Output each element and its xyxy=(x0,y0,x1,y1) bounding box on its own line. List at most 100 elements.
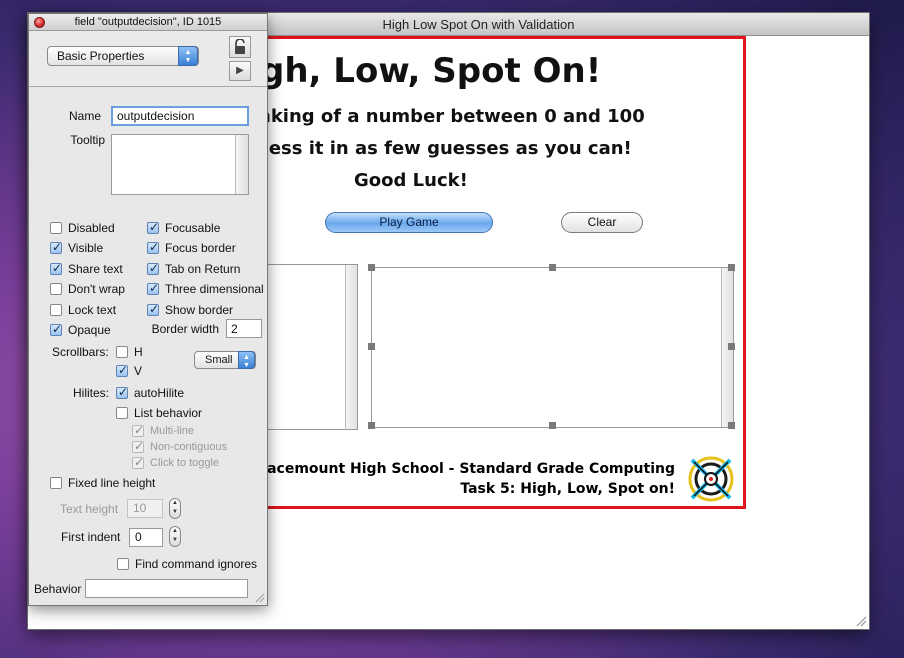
scrollbar-size-select[interactable]: Small ▲ ▼ xyxy=(194,351,256,369)
checkbox-label: Multi-line xyxy=(150,425,195,437)
checkbox-box[interactable] xyxy=(132,439,144,453)
selection-handle[interactable] xyxy=(368,422,375,429)
clear-button[interactable]: Clear xyxy=(561,212,643,233)
instruction-line-2: uess it in as few guesses as you can! xyxy=(256,138,632,159)
selection-handle[interactable] xyxy=(549,264,556,271)
first-indent-label: First indent xyxy=(61,530,121,544)
scrollbar-h-checkbox[interactable]: H xyxy=(116,345,143,359)
opaque-checkbox[interactable]: Opaque xyxy=(50,322,111,337)
tooltip-input[interactable] xyxy=(111,134,249,195)
checkbox-box[interactable] xyxy=(147,281,159,296)
list-behavior-checkbox[interactable]: List behavior xyxy=(116,406,202,420)
inspector-title: field "outputdecision", ID 1015 xyxy=(74,16,222,28)
checkbox-box[interactable] xyxy=(117,558,129,570)
three-dimensional-checkbox[interactable]: Three dimensional xyxy=(147,281,264,296)
output-decision-field[interactable] xyxy=(371,267,734,428)
name-input[interactable]: outputdecision xyxy=(111,106,249,126)
behavior-input[interactable] xyxy=(85,579,248,598)
resize-grip-icon[interactable] xyxy=(855,615,867,627)
checkbox-label: Focusable xyxy=(165,221,221,235)
checkbox-label: Click to toggle xyxy=(150,457,220,469)
checkbox-box[interactable] xyxy=(50,261,62,275)
vertical-scrollbar[interactable] xyxy=(345,265,357,429)
text-height-stepper[interactable]: ▲ ▼ xyxy=(169,498,181,519)
multi-line-checkbox[interactable]: Multi-line xyxy=(132,423,195,437)
instruction-line-1: nking of a number between 0 and 100 xyxy=(258,106,645,127)
checkbox-label: Don't wrap xyxy=(68,282,125,297)
checkbox-label: Visible xyxy=(68,241,104,256)
selection-handle[interactable] xyxy=(368,343,375,350)
checkbox-label: Opaque xyxy=(68,323,111,337)
checkbox-box[interactable] xyxy=(147,240,159,255)
find-command-ignores-checkbox[interactable]: Find command ignores xyxy=(117,557,257,571)
checkbox-box[interactable] xyxy=(147,302,159,316)
name-label: Name xyxy=(68,109,101,123)
first-indent-input[interactable]: 0 xyxy=(129,528,163,547)
checkbox-label: Lock text xyxy=(68,302,117,317)
lock-text-checkbox[interactable]: Lock text xyxy=(50,303,116,317)
checkbox-box[interactable] xyxy=(116,363,128,377)
resize-grip-icon[interactable] xyxy=(255,593,265,603)
border-width-input[interactable]: 2 xyxy=(226,319,262,338)
checkbox-box[interactable] xyxy=(116,407,128,419)
scrollbar-size-value: Small xyxy=(205,354,233,366)
tooltip-scrollbar[interactable] xyxy=(235,135,248,194)
visible-checkbox[interactable]: Visible xyxy=(50,240,104,256)
checkbox-label: Fixed line height xyxy=(68,476,156,490)
tooltip-label: Tooltip xyxy=(70,133,105,147)
stepper-arrows-icon: ▲ ▼ xyxy=(178,46,198,66)
checkbox-label: Find command ignores xyxy=(135,557,258,571)
play-icon[interactable]: ▶ xyxy=(229,61,251,81)
selection-handle[interactable] xyxy=(728,422,735,429)
scrollbar-v-checkbox[interactable]: V xyxy=(116,363,143,378)
checkbox-label: List behavior xyxy=(134,406,203,420)
checkbox-box[interactable] xyxy=(50,322,62,336)
checkbox-box[interactable] xyxy=(50,283,62,296)
checkbox-box[interactable] xyxy=(147,220,159,234)
checkbox-label: Disabled xyxy=(68,221,115,235)
checkbox-label: V xyxy=(134,364,143,378)
checkbox-box[interactable] xyxy=(50,477,62,489)
checkbox-box[interactable] xyxy=(147,261,159,275)
checkbox-label: H xyxy=(134,345,143,359)
close-dot-icon[interactable] xyxy=(34,17,45,28)
first-indent-stepper[interactable]: ▲ ▼ xyxy=(169,526,181,547)
focusable-checkbox[interactable]: Focusable xyxy=(147,220,221,235)
auto-hilite-checkbox[interactable]: autoHilite xyxy=(116,385,184,400)
checkbox-label: Non-contiguous xyxy=(150,441,228,453)
checkbox-box[interactable] xyxy=(50,240,62,255)
checkbox-label: Show border xyxy=(165,302,234,317)
play-game-button[interactable]: Play Game xyxy=(325,212,493,233)
click-to-toggle-checkbox[interactable]: Click to toggle xyxy=(132,455,220,469)
checkbox-box[interactable] xyxy=(132,423,144,437)
non-contiguous-checkbox[interactable]: Non-contiguous xyxy=(132,439,228,453)
school-footer: Gracemount High School - Standard Grade … xyxy=(248,461,675,477)
checkbox-box[interactable] xyxy=(50,222,62,234)
checkbox-box[interactable] xyxy=(116,346,128,358)
checkbox-box[interactable] xyxy=(50,303,62,316)
show-border-checkbox[interactable]: Show border xyxy=(147,302,234,317)
property-set-select[interactable]: Basic Properties ▲ ▼ xyxy=(47,46,199,66)
selection-handle[interactable] xyxy=(549,422,556,429)
fixed-line-height-checkbox[interactable]: Fixed line height xyxy=(50,476,155,490)
text-height-input[interactable]: 10 xyxy=(127,499,163,518)
share-text-checkbox[interactable]: Share text xyxy=(50,261,123,276)
selection-handle[interactable] xyxy=(368,264,375,271)
hilites-label: Hilites: xyxy=(73,386,110,400)
good-luck-text: Good Luck! xyxy=(354,170,468,191)
disabled-checkbox[interactable]: Disabled xyxy=(50,221,115,235)
don-t-wrap-checkbox[interactable]: Don't wrap xyxy=(50,282,125,296)
task-footer: Task 5: High, Low, Spot on! xyxy=(460,481,675,497)
text-height-label: Text height xyxy=(60,502,119,516)
focus-border-checkbox[interactable]: Focus border xyxy=(147,240,236,255)
lock-icon[interactable] xyxy=(229,36,251,58)
checkbox-box[interactable] xyxy=(116,385,128,399)
tab-on-return-checkbox[interactable]: Tab on Return xyxy=(147,261,240,276)
selection-handle[interactable] xyxy=(728,343,735,350)
border-width-label: Border width xyxy=(151,322,219,336)
logo-icon xyxy=(688,456,734,502)
inspector-title-bar: field "outputdecision", ID 1015 xyxy=(29,14,267,31)
selection-handle[interactable] xyxy=(728,264,735,271)
card-heading: gh, Low, Spot On! xyxy=(260,51,602,91)
checkbox-box[interactable] xyxy=(132,455,144,469)
